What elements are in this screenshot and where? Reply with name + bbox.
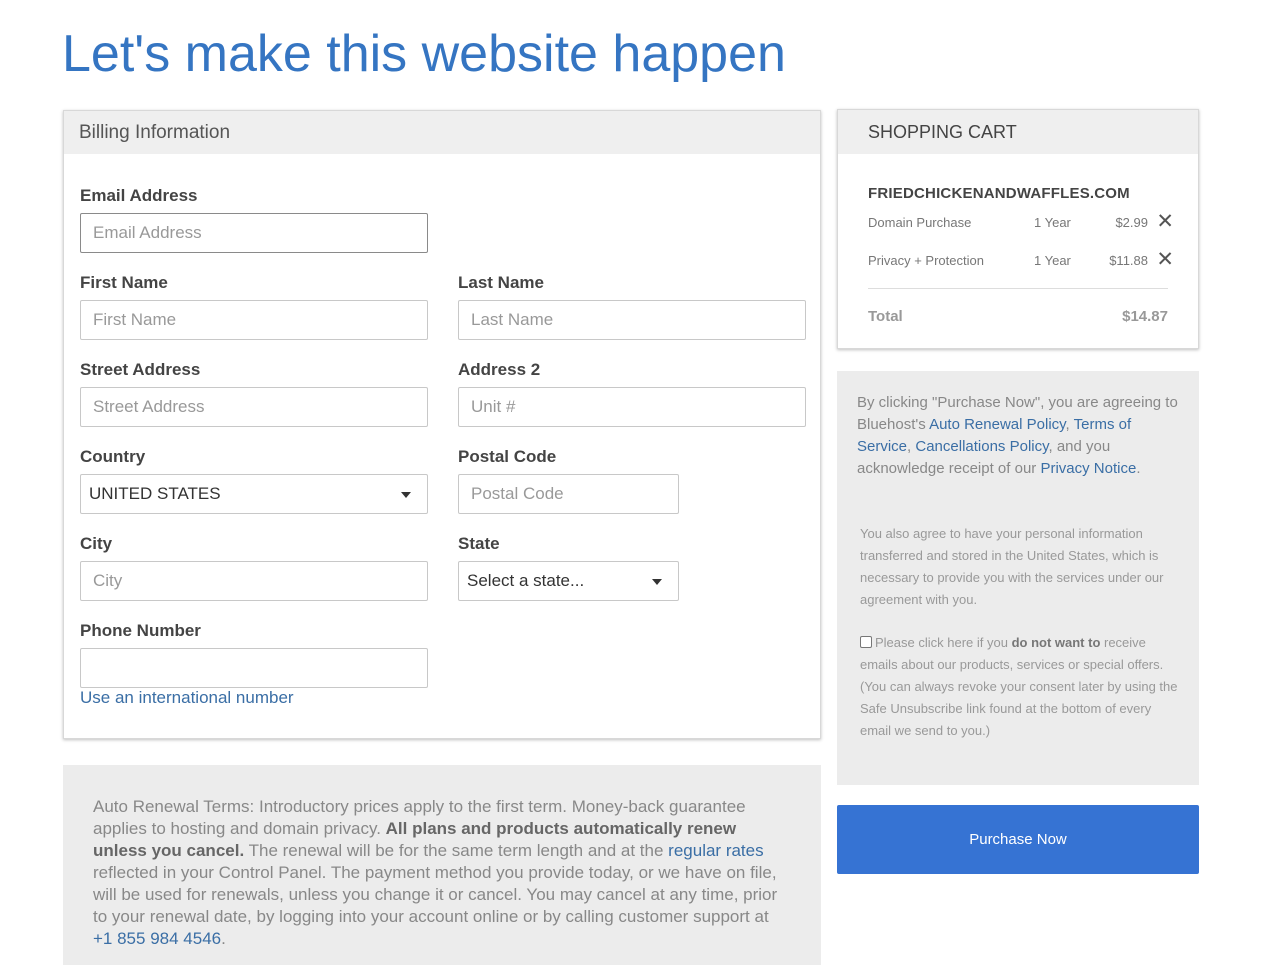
- address2-input[interactable]: Unit #: [458, 387, 806, 427]
- billing-panel: Billing Information Email Address Email …: [63, 110, 821, 739]
- last-name-input[interactable]: Last Name: [458, 300, 806, 340]
- email-input[interactable]: Email Address: [80, 213, 428, 253]
- agreement-text-part: ,: [1065, 416, 1074, 433]
- renewal-end: .: [221, 929, 226, 948]
- page-title: Let's make this website happen: [62, 25, 786, 83]
- close-icon[interactable]: ✕: [1156, 211, 1174, 232]
- caret-down-icon: [401, 492, 411, 498]
- cart-item-name: Privacy + Protection: [868, 253, 984, 268]
- opt-out-checkbox[interactable]: [860, 636, 872, 648]
- caret-down-icon: [652, 579, 662, 585]
- auto-renewal-terms: Auto Renewal Terms: Introductory prices …: [63, 765, 821, 965]
- cart-divider: [868, 288, 1168, 289]
- city-group: City City: [80, 534, 428, 601]
- data-transfer-notice: You also agree to have your personal inf…: [860, 526, 1164, 607]
- phone-group: Phone Number: [80, 621, 428, 688]
- renewal-text-3: reflected in your Control Panel. The pay…: [93, 863, 778, 926]
- phone-input[interactable]: [80, 648, 428, 688]
- close-icon[interactable]: ✕: [1156, 249, 1174, 270]
- billing-heading: Billing Information: [64, 111, 820, 154]
- postal-label: Postal Code: [458, 447, 557, 466]
- street-group: Street Address Street Address: [80, 360, 428, 427]
- city-label: City: [80, 534, 113, 553]
- email-group: Email Address Email Address: [80, 186, 428, 253]
- agreement-text-part: .: [1136, 460, 1141, 477]
- privacy-notice-link[interactable]: Privacy Notice: [1040, 460, 1136, 477]
- opt-out-bold: do not want to: [1011, 635, 1101, 650]
- opt-out-text: Please click here if you: [875, 635, 1012, 650]
- regular-rates-link[interactable]: regular rates: [668, 841, 763, 860]
- street-input[interactable]: Street Address: [80, 387, 428, 427]
- state-select[interactable]: Select a state...: [458, 561, 679, 601]
- state-group: State Select a state...: [458, 534, 679, 601]
- street-label: Street Address: [80, 360, 201, 379]
- cart-item: Privacy + Protection 1 Year $11.88 ✕: [868, 249, 1178, 273]
- state-value: Select a state...: [467, 571, 585, 590]
- email-opt-out: Please click here if you do not want to …: [860, 632, 1182, 742]
- first-name-input[interactable]: First Name: [80, 300, 428, 340]
- cart-domain: FRIEDCHICKENANDWAFFLES.COM: [868, 185, 1130, 202]
- postal-input[interactable]: Postal Code: [458, 474, 679, 514]
- agreement-text: By clicking "Purchase Now", you are agre…: [857, 392, 1179, 480]
- postal-group: Postal Code Postal Code: [458, 447, 679, 514]
- cart-item-price: $2.99: [1115, 215, 1148, 230]
- support-phone-link[interactable]: +1 855 984 4546: [93, 929, 221, 948]
- first-name-label: First Name: [80, 273, 168, 292]
- last-name-label: Last Name: [458, 273, 544, 292]
- country-group: Country UNITED STATES: [80, 447, 428, 514]
- phone-label: Phone Number: [80, 621, 201, 640]
- country-select[interactable]: UNITED STATES: [80, 474, 428, 514]
- purchase-now-button[interactable]: Purchase Now: [837, 805, 1199, 874]
- first-name-group: First Name First Name: [80, 273, 428, 340]
- agreement-panel: By clicking "Purchase Now", you are agre…: [837, 371, 1199, 785]
- cart-heading: SHOPPING CART: [838, 110, 1198, 154]
- address2-group: Address 2 Unit #: [458, 360, 806, 427]
- address2-label: Address 2: [458, 360, 541, 379]
- renewal-text-2: The renewal will be for the same term le…: [244, 841, 669, 860]
- last-name-group: Last Name Last Name: [458, 273, 806, 340]
- opt-out-text: receive emails about our products, servi…: [860, 635, 1178, 738]
- cart-item: Domain Purchase 1 Year $2.99 ✕: [868, 211, 1178, 235]
- cart-total-value: $14.87: [1122, 308, 1168, 325]
- international-number-link[interactable]: Use an international number: [80, 688, 294, 708]
- cart-item-term: 1 Year: [1034, 253, 1071, 268]
- cart-item-price: $11.88: [1109, 253, 1148, 268]
- country-value: UNITED STATES: [89, 484, 221, 503]
- cancellations-policy-link[interactable]: Cancellations Policy: [915, 438, 1048, 455]
- state-label: State: [458, 534, 500, 553]
- country-label: Country: [80, 447, 146, 466]
- auto-renewal-policy-link[interactable]: Auto Renewal Policy: [929, 416, 1065, 433]
- shopping-cart: SHOPPING CART FRIEDCHICKENANDWAFFLES.COM…: [837, 109, 1199, 349]
- cart-item-term: 1 Year: [1034, 215, 1071, 230]
- cart-total-label: Total: [868, 308, 903, 325]
- cart-item-name: Domain Purchase: [868, 215, 972, 230]
- email-label: Email Address: [80, 186, 198, 205]
- city-input[interactable]: City: [80, 561, 428, 601]
